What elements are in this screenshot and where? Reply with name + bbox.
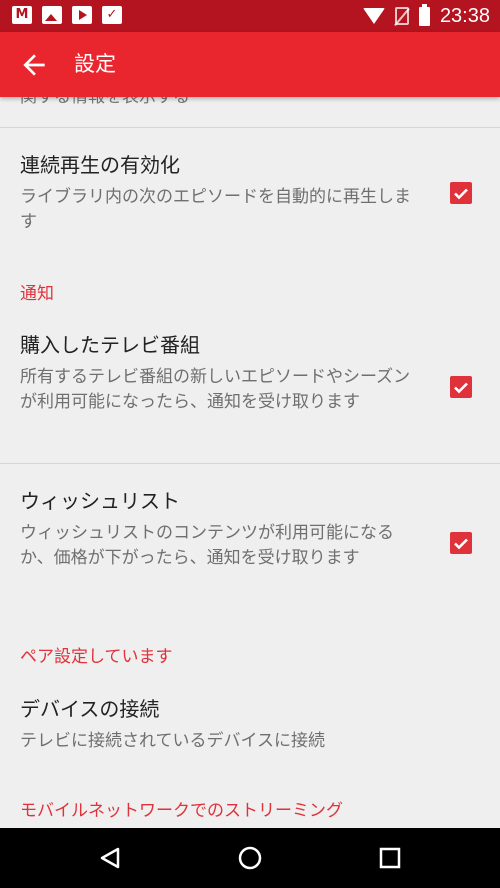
battery-icon	[418, 3, 430, 26]
section-header-mobile-streaming: モバイルネットワークでのストリーミング	[20, 801, 343, 821]
app-bar: 設定	[0, 32, 500, 97]
wishlist-summary: ウィッシュリストのコンテンツが利用可能になるか、価格が下がったら、通知を受け取り…	[20, 523, 394, 568]
nav-home-button[interactable]	[232, 840, 268, 876]
nav-recents-button[interactable]	[372, 840, 408, 876]
clipped-summary: 関する情報を表示する	[20, 97, 190, 107]
page-title: 設定	[74, 52, 116, 76]
nav-back-button[interactable]	[92, 840, 128, 876]
settings-list[interactable]: 関する情報を表示する 連続再生の有効化 ライブラリ内の次のエピソードを自動的に再…	[0, 97, 500, 828]
back-button[interactable]	[18, 49, 50, 81]
section-header-notifications: 通知	[20, 284, 54, 304]
home-circle-icon	[238, 846, 262, 870]
navigation-bar	[0, 828, 500, 888]
autoplay-title: 連続再生の有効化	[20, 153, 180, 177]
purchased-tv-checkbox[interactable]	[450, 376, 472, 398]
checkmark-icon	[454, 382, 468, 394]
checkmark-icon	[454, 188, 468, 200]
notification-icons	[12, 6, 122, 24]
clock: 23:38	[439, 5, 490, 27]
purchased-tv-title: 購入したテレビ番組	[20, 333, 200, 357]
arrow-back-icon	[23, 54, 45, 76]
device-connect-title: デバイスの接続	[20, 697, 160, 721]
back-triangle-icon	[100, 847, 120, 869]
system-icons: 23:38	[362, 3, 490, 28]
wishlist-checkbox[interactable]	[450, 532, 472, 554]
wifi-icon	[362, 8, 385, 24]
photo-icon	[42, 6, 62, 24]
checkmark-icon	[454, 538, 468, 550]
status-bar: 23:38	[0, 0, 500, 32]
mail-icon	[12, 6, 32, 24]
purchased-tv-summary: 所有するテレビ番組の新しいエピソードやシーズンが利用可能になったら、通知を受け取…	[20, 367, 411, 412]
divider	[0, 127, 500, 128]
wishlist-title: ウィッシュリスト	[20, 489, 180, 513]
divider	[0, 463, 500, 464]
section-header-pairing: ペア設定しています	[20, 647, 173, 667]
shopping-icon	[102, 6, 122, 24]
play-icon	[72, 6, 92, 24]
no-signal-icon	[394, 7, 409, 25]
autoplay-checkbox[interactable]	[450, 182, 472, 204]
recents-square-icon	[379, 847, 401, 869]
autoplay-summary: ライブラリ内の次のエピソードを自動的に再生します	[20, 187, 411, 232]
device-connect-summary: テレビに接続されているデバイスに接続	[20, 731, 325, 751]
